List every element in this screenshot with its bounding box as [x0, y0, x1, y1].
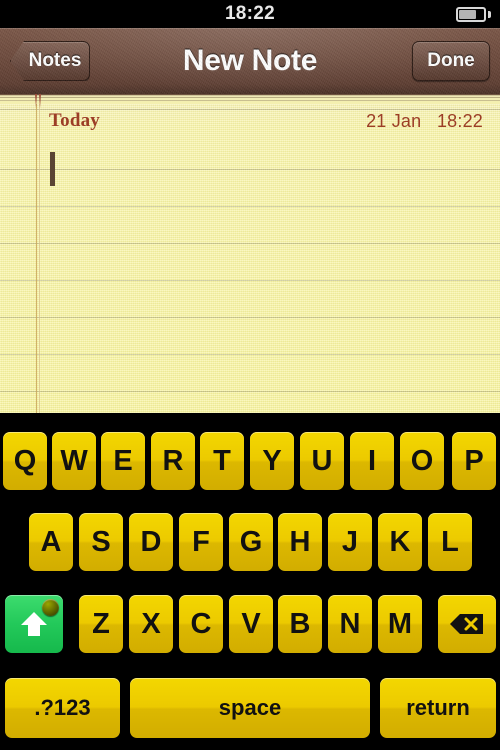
- key-g[interactable]: G: [229, 513, 273, 571]
- numbers-mode-key[interactable]: .?123: [5, 678, 120, 738]
- paper-texture: [0, 94, 500, 413]
- key-e[interactable]: E: [101, 432, 145, 490]
- backspace-key[interactable]: [438, 595, 496, 653]
- status-bar-clock: 18:22: [224, 3, 276, 24]
- key-n[interactable]: N: [328, 595, 372, 653]
- text-cursor: [50, 152, 55, 186]
- status-bar: 18:22: [0, 0, 500, 28]
- spiral-binding-mark: [35, 94, 37, 108]
- key-z[interactable]: Z: [79, 595, 123, 653]
- key-l[interactable]: L: [428, 513, 472, 571]
- paper-margin-line-secondary: [39, 94, 40, 413]
- notes-app-screen: 18:22 Notes New Note Done Today 21 Jan 1…: [0, 0, 500, 750]
- key-h[interactable]: H: [278, 513, 322, 571]
- note-date-time: 21 Jan 18:22: [366, 111, 483, 131]
- key-d[interactable]: D: [129, 513, 173, 571]
- battery-icon: [456, 7, 486, 22]
- caps-lock-indicator-icon: [42, 599, 59, 616]
- key-y[interactable]: Y: [250, 432, 294, 490]
- key-w[interactable]: W: [52, 432, 96, 490]
- key-v[interactable]: V: [229, 595, 273, 653]
- note-day-label: Today: [49, 110, 100, 131]
- paper-torn-edge: [0, 94, 500, 104]
- key-k[interactable]: K: [378, 513, 422, 571]
- paper-margin-line: [36, 94, 37, 413]
- key-m[interactable]: M: [378, 595, 422, 653]
- space-key[interactable]: space: [130, 678, 370, 738]
- key-x[interactable]: X: [129, 595, 173, 653]
- key-f[interactable]: F: [179, 513, 223, 571]
- key-t[interactable]: T: [200, 432, 244, 490]
- battery-tip-icon: [488, 11, 491, 18]
- note-paper-area[interactable]: Today 21 Jan 18:22: [0, 94, 500, 413]
- key-p[interactable]: P: [452, 432, 496, 490]
- key-a[interactable]: A: [29, 513, 73, 571]
- shift-key[interactable]: [5, 595, 63, 653]
- key-o[interactable]: O: [400, 432, 444, 490]
- key-u[interactable]: U: [300, 432, 344, 490]
- navigation-bar: Notes New Note Done: [0, 28, 500, 94]
- backspace-icon: [449, 612, 485, 636]
- key-q[interactable]: Q: [3, 432, 47, 490]
- key-c[interactable]: C: [179, 595, 223, 653]
- done-button[interactable]: Done: [412, 41, 490, 81]
- key-b[interactable]: B: [278, 595, 322, 653]
- key-j[interactable]: J: [328, 513, 372, 571]
- spiral-binding-mark: [39, 94, 41, 108]
- on-screen-keyboard: Q W E R T Y U I O P A S D F G H J K L Z …: [0, 413, 500, 750]
- return-key[interactable]: return: [380, 678, 496, 738]
- key-i[interactable]: I: [350, 432, 394, 490]
- key-s[interactable]: S: [79, 513, 123, 571]
- key-r[interactable]: R: [151, 432, 195, 490]
